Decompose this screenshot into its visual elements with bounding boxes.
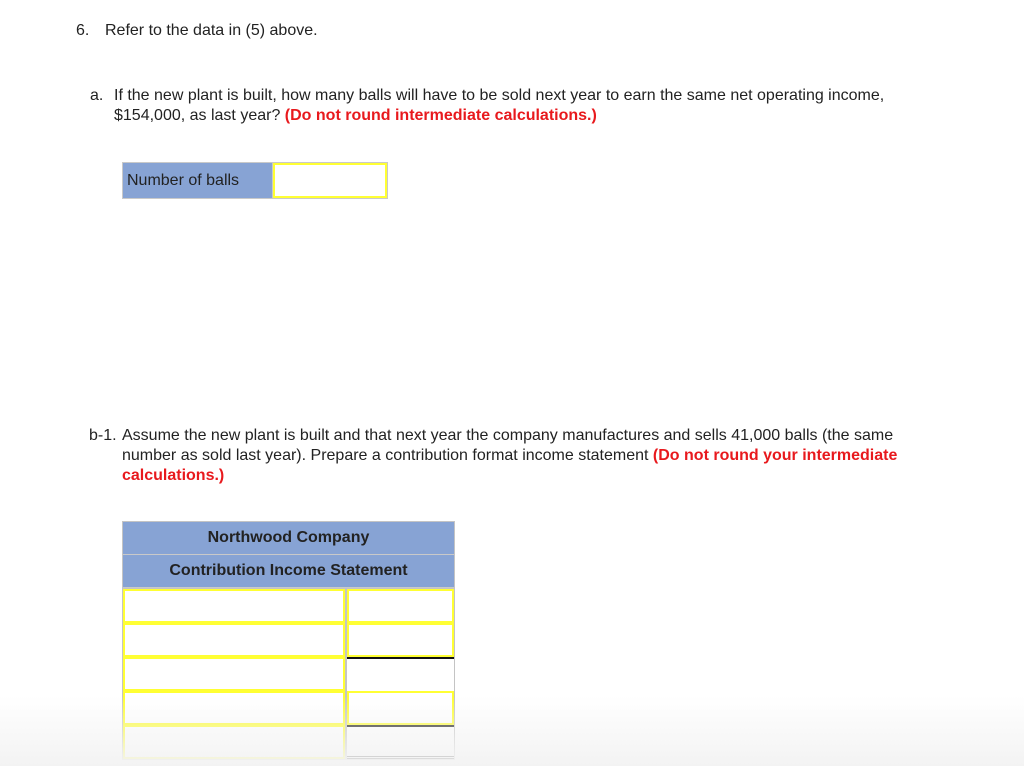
part-b1-label: b-1. xyxy=(89,427,117,444)
statement-row xyxy=(123,657,454,691)
question-number: 6. xyxy=(76,22,90,39)
income-statement-table: Northwood Company Contribution Income St… xyxy=(122,521,455,760)
statement-row xyxy=(123,623,454,657)
statement-row-2-value-input[interactable] xyxy=(347,623,454,657)
statement-row-5-label-input[interactable] xyxy=(123,725,345,759)
number-of-balls-input[interactable] xyxy=(272,162,388,199)
statement-row xyxy=(123,725,454,759)
statement-row-2-label-input[interactable] xyxy=(123,623,345,657)
statement-company-header: Northwood Company xyxy=(123,522,454,555)
statement-row-1-label-input[interactable] xyxy=(123,589,345,623)
question-text: Refer to the data in (5) above. xyxy=(105,22,318,39)
statement-row-4-label-input[interactable] xyxy=(123,691,345,725)
part-a-prompt: a. If the new plant is built, how many b… xyxy=(90,86,930,126)
statement-row-5-calculated-total xyxy=(347,725,454,759)
statement-row-3-calculated-value xyxy=(347,657,454,691)
statement-row xyxy=(123,589,454,623)
question-title: 6. Refer to the data in (5) above. xyxy=(76,22,318,40)
statement-row-4-value-input[interactable] xyxy=(347,691,454,725)
statement-row-3-label-input[interactable] xyxy=(123,657,345,691)
part-a-label: a. xyxy=(90,87,104,104)
number-of-balls-label: Number of balls xyxy=(122,162,273,199)
statement-title-header: Contribution Income Statement xyxy=(123,555,454,588)
statement-row-1-value-input[interactable] xyxy=(347,589,454,623)
number-of-balls-table: Number of balls xyxy=(122,162,388,199)
statement-row xyxy=(123,691,454,725)
part-b1-prompt: b-1. Assume the new plant is built and t… xyxy=(89,426,929,486)
part-a-note: (Do not round intermediate calculations.… xyxy=(284,107,597,124)
